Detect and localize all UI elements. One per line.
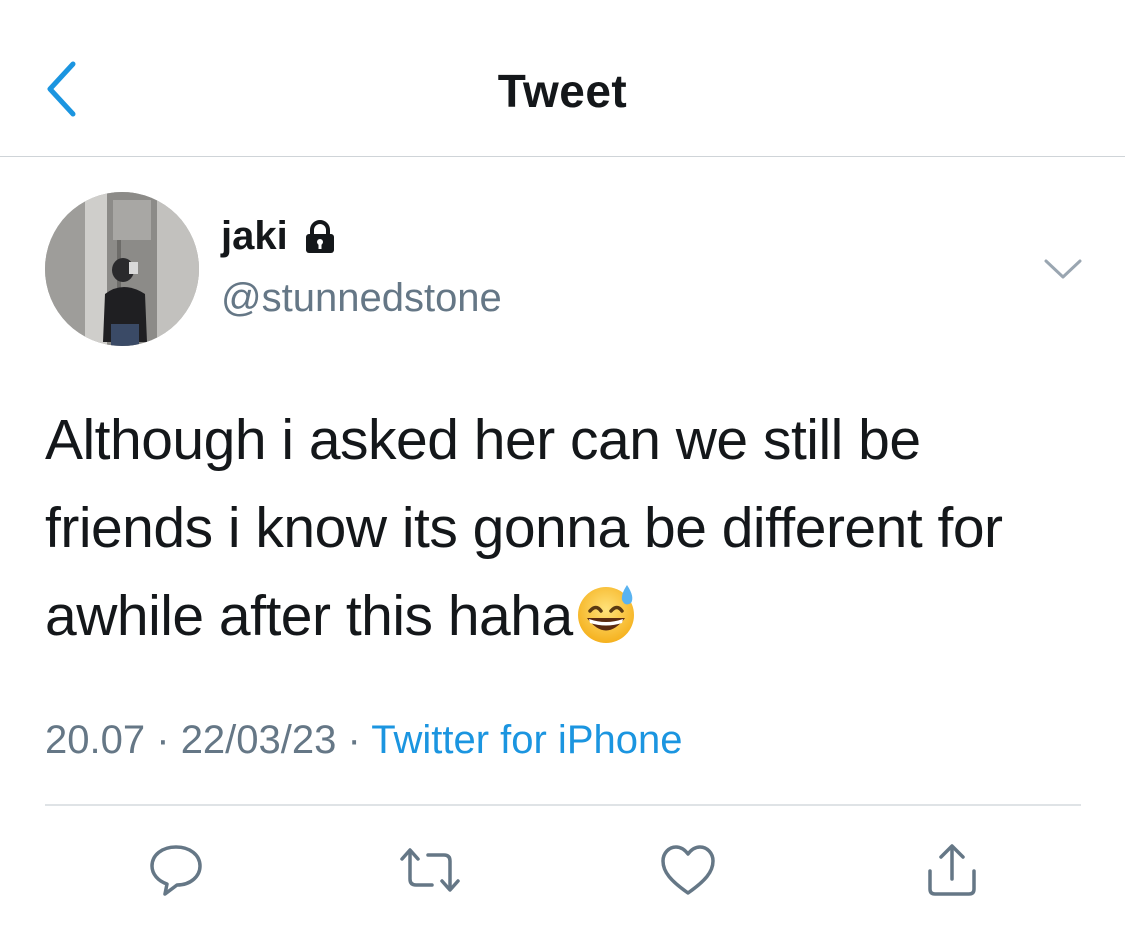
nav-bar: Tweet xyxy=(0,0,1125,157)
tweet-meta: 20.07 · 22/03/23 · Twitter for iPhone xyxy=(45,718,682,763)
tweet-date: 22/03/23 xyxy=(180,718,337,762)
share-icon xyxy=(928,844,976,896)
author-display-name[interactable]: jaki xyxy=(221,214,288,259)
retweet-icon xyxy=(400,848,460,892)
mirror-selfie-avatar-image xyxy=(45,192,199,346)
author-name-row[interactable]: jaki xyxy=(221,214,338,259)
divider xyxy=(45,804,1081,806)
chevron-down-icon xyxy=(1044,259,1082,279)
tweet-time: 20.07 xyxy=(45,718,146,762)
tweet-text: Although i asked her can we still be fri… xyxy=(45,396,1085,660)
author-handle[interactable]: @stunnedstone xyxy=(221,276,502,321)
grinning-face-with-sweat-icon xyxy=(575,581,639,645)
tweet-text-body: Although i asked her can we still be fri… xyxy=(45,408,1003,648)
like-button[interactable] xyxy=(656,838,720,902)
tweet-action-bar xyxy=(0,838,1125,902)
tweet-more-button[interactable] xyxy=(1040,252,1086,286)
speech-bubble-icon xyxy=(150,845,202,896)
avatar[interactable] xyxy=(45,192,199,346)
retweet-button[interactable] xyxy=(398,838,462,902)
heart-icon xyxy=(661,845,715,895)
page-title: Tweet xyxy=(497,65,628,117)
meta-separator: · xyxy=(347,718,361,762)
lock-icon xyxy=(302,219,338,255)
tweet-source-link[interactable]: Twitter for iPhone xyxy=(371,718,682,762)
meta-separator: · xyxy=(156,718,170,762)
reply-button[interactable] xyxy=(144,838,208,902)
share-button[interactable] xyxy=(920,838,984,902)
